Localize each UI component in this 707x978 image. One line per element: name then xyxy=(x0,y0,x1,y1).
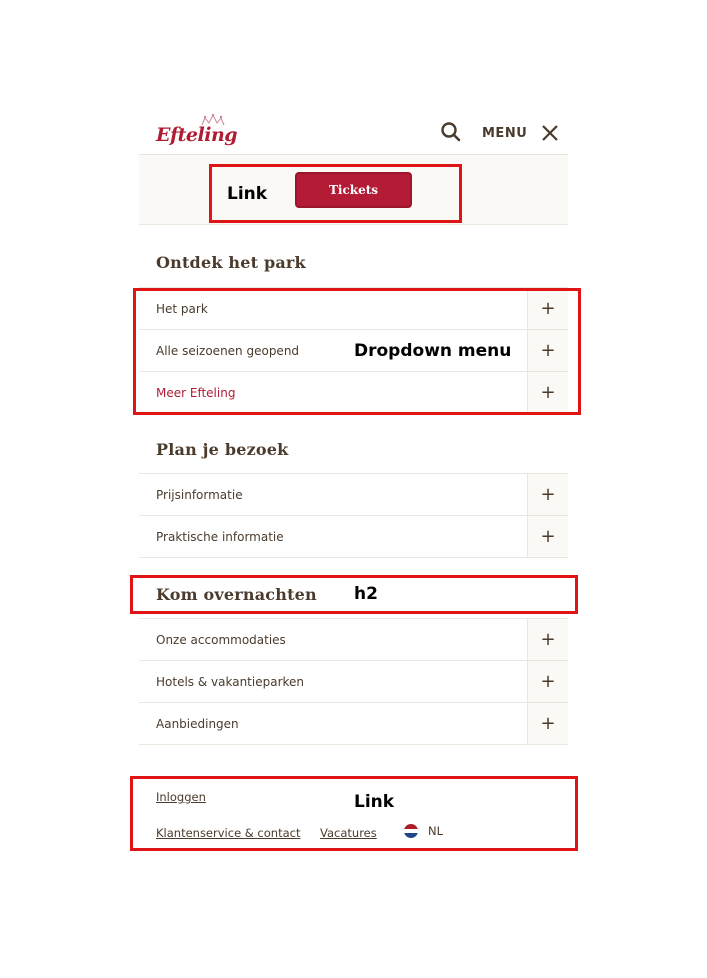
annotation-label-footer-link: Link xyxy=(354,792,395,812)
section-title-ontdek: Ontdek het park xyxy=(156,253,306,272)
annotation-box-footer-link xyxy=(130,776,578,851)
menu-item-praktische-informatie[interactable]: Praktische informatie + xyxy=(139,516,568,558)
section-title-plan: Plan je bezoek xyxy=(156,440,289,459)
menu-item-accommodaties[interactable]: Onze accommodaties + xyxy=(139,619,568,661)
close-icon xyxy=(542,125,559,141)
annotation-label-link: Link xyxy=(227,184,268,204)
efteling-logo[interactable]: Efteling xyxy=(156,114,238,148)
menu-list-plan: Prijsinformatie + Praktische informatie … xyxy=(139,473,568,558)
expand-plus-icon[interactable]: + xyxy=(527,516,568,557)
menu-list-overnachten: Onze accommodaties + Hotels & vakantiepa… xyxy=(139,618,568,745)
menu-item-label: Prijsinformatie xyxy=(156,487,243,502)
menu-item-aanbiedingen[interactable]: Aanbiedingen + xyxy=(139,703,568,745)
expand-plus-icon[interactable]: + xyxy=(527,661,568,702)
annotation-label-h2: h2 xyxy=(354,584,378,604)
expand-plus-icon[interactable]: + xyxy=(527,474,568,515)
menu-close-button[interactable]: MENU xyxy=(482,122,559,144)
menu-item-hotels[interactable]: Hotels & vakantieparken + xyxy=(139,661,568,703)
search-icon xyxy=(441,122,461,142)
menu-label: MENU xyxy=(482,125,528,141)
menu-item-label: Praktische informatie xyxy=(156,529,284,544)
expand-plus-icon[interactable]: + xyxy=(527,619,568,660)
menu-item-label: Hotels & vakantieparken xyxy=(156,674,305,689)
menu-item-prijsinformatie[interactable]: Prijsinformatie + xyxy=(139,474,568,516)
logo-text: Efteling xyxy=(156,124,238,146)
menu-item-label: Onze accommodaties xyxy=(156,632,286,647)
expand-plus-icon[interactable]: + xyxy=(527,703,568,744)
annotation-label-dropdown: Dropdown menu xyxy=(354,341,512,361)
search-button[interactable] xyxy=(440,121,462,143)
menu-item-label: Aanbiedingen xyxy=(156,716,239,731)
